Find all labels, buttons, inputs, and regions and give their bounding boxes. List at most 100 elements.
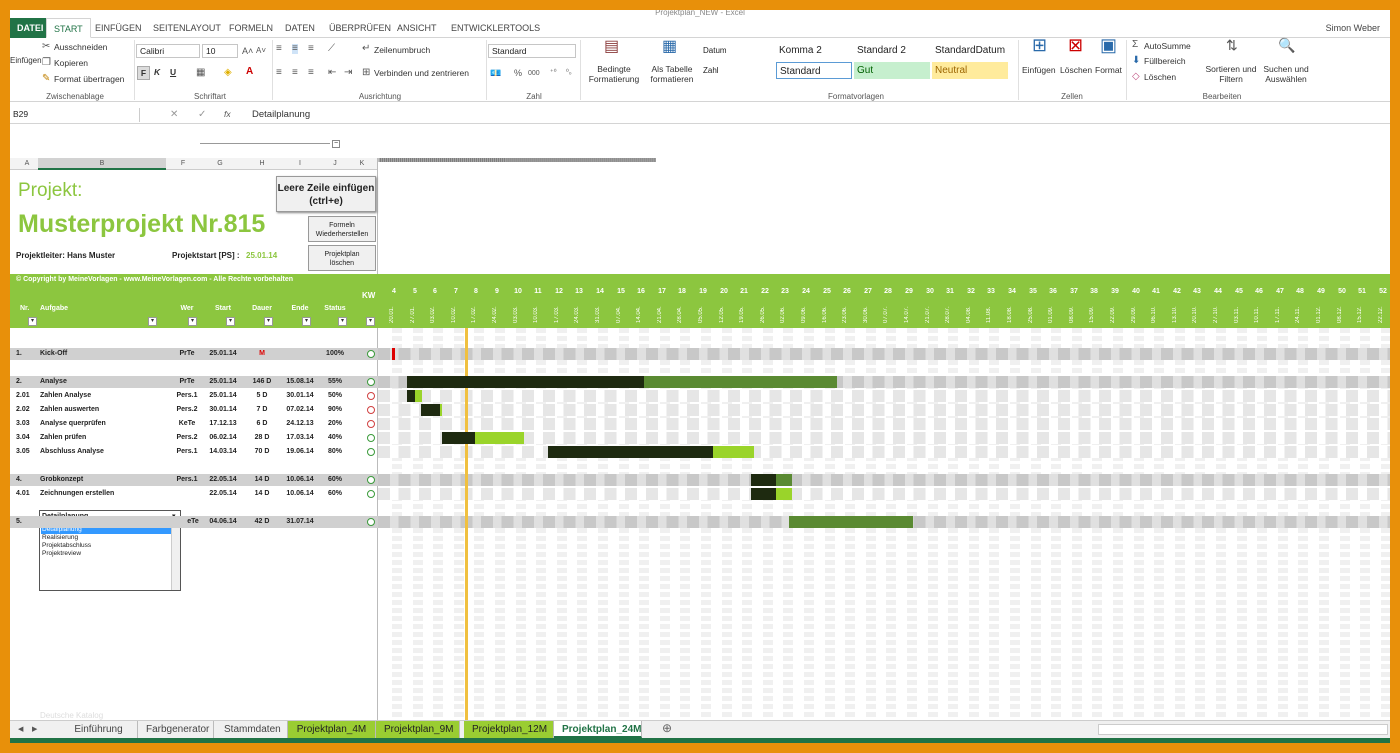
decrease-decimal-icon[interactable]: ⁰₀ — [566, 68, 572, 78]
format-painter-button[interactable]: Format übertragen — [54, 74, 124, 84]
sheet-tab-einführung[interactable]: Einführung — [60, 721, 138, 738]
cancel-icon[interactable]: ✕ — [170, 110, 178, 120]
align-middle-icon[interactable]: ≡ — [292, 44, 298, 54]
task-nr[interactable]: 2. — [16, 377, 36, 387]
align-top-icon[interactable]: ≡ — [276, 44, 282, 54]
task-who[interactable]: Pers.1 — [174, 391, 200, 401]
dropdown-option[interactable]: Projektreview — [41, 550, 171, 558]
indent-icon[interactable]: ⇤ — [328, 68, 336, 78]
dropdown-option[interactable]: Projektabschluss — [41, 542, 171, 550]
task-who[interactable]: Pers.1 — [174, 475, 200, 485]
task-name[interactable]: Kick-Off — [40, 349, 170, 359]
column-header-h[interactable]: H — [244, 158, 280, 170]
task-who[interactable]: PrTe — [174, 377, 200, 387]
align-left-icon[interactable]: ≡ — [276, 68, 282, 78]
delete-cells-button[interactable]: Löschen — [1060, 65, 1092, 75]
task-name[interactable]: Analyse querprüfen — [40, 419, 170, 429]
outdent-icon[interactable]: ⇥ — [344, 68, 352, 78]
sheet-tab-stammdaten[interactable]: Stammdaten — [216, 721, 288, 738]
underline-button[interactable]: U — [170, 67, 176, 77]
currency-icon[interactable]: 💶 — [490, 68, 501, 78]
validation-dropdown[interactable]: Detailplanung Realisierung Projektabschlus… — [39, 524, 181, 591]
font-size-select[interactable]: 10 — [202, 44, 238, 58]
insert-cells-button[interactable]: Einfügen — [1022, 65, 1056, 75]
column-header-g[interactable]: G — [200, 158, 240, 170]
task-who[interactable]: PrTe — [174, 349, 200, 359]
outline-collapse-icon[interactable]: − — [332, 140, 340, 148]
style-standard[interactable]: Standard — [776, 62, 852, 79]
column-header-a[interactable]: A — [20, 158, 34, 170]
task-end[interactable]: 07.02.14 — [286, 405, 314, 415]
task-who[interactable]: eTe — [184, 517, 202, 527]
sheet-tab-projektplan_24m[interactable]: Projektplan_24M — [554, 721, 642, 738]
filter-dropdown-3[interactable]: ▾ — [226, 317, 235, 326]
sheet-tab-projektplan_9m[interactable]: Projektplan_9M — [376, 721, 460, 738]
add-sheet-icon[interactable]: ⊕ — [662, 722, 672, 734]
task-start[interactable]: 25.01.14 — [208, 377, 238, 387]
task-name[interactable]: Zahlen prüfen — [40, 433, 170, 443]
filter-dropdown-6[interactable]: ▾ — [338, 317, 347, 326]
grow-font-icon[interactable]: A˄ — [242, 46, 253, 56]
filter-dropdown-2[interactable]: ▾ — [188, 317, 197, 326]
paste-button[interactable]: Einfügen — [10, 56, 42, 65]
menu-tab-überprüfen[interactable]: ÜBERPRÜFEN — [322, 18, 398, 38]
prev-sheet-icon[interactable]: ◀ — [18, 725, 23, 735]
formula-input[interactable]: Detailplanung — [252, 109, 310, 120]
align-right-icon[interactable]: ≡ — [308, 68, 314, 78]
delete-plan-button[interactable]: Projektplan löschen — [308, 245, 376, 271]
task-dur[interactable]: 7 D — [248, 405, 276, 415]
sheet-tab-projektplan_12m[interactable]: Projektplan_12M — [464, 721, 554, 738]
conditional-format-button[interactable]: Bedingte Formatierung — [584, 64, 644, 84]
style-standard2[interactable]: Standard 2 — [854, 42, 930, 59]
task-start[interactable]: 22.05.14 — [208, 475, 238, 485]
menu-tab-entwicklertools[interactable]: ENTWICKLERTOOLS — [444, 18, 547, 38]
bold-button[interactable]: F — [137, 66, 150, 80]
column-header-i[interactable]: I — [282, 158, 318, 170]
task-dur[interactable]: 14 D — [248, 475, 276, 485]
task-name[interactable]: Zahlen auswerten — [40, 405, 170, 415]
sheet-tab-projektplan_4m[interactable]: Projektplan_4M — [288, 721, 376, 738]
task-end[interactable]: 24.12.13 — [286, 419, 314, 429]
task-nr[interactable]: 1. — [16, 349, 36, 359]
task-end[interactable]: 10.06.14 — [286, 489, 314, 499]
task-dur[interactable]: 14 D — [248, 489, 276, 499]
task-name[interactable]: Zahlen Analyse — [40, 391, 170, 401]
task-end[interactable]: 31.07.14 — [286, 517, 314, 527]
task-dur[interactable]: 146 D — [248, 377, 276, 387]
column-header-j[interactable]: J — [320, 158, 350, 170]
task-dur[interactable]: M — [248, 349, 276, 359]
style-komma2[interactable]: Komma 2 — [776, 42, 852, 59]
task-nr[interactable]: 2.02 — [16, 405, 36, 415]
task-end[interactable]: 10.06.14 — [286, 475, 314, 485]
task-start[interactable]: 22.05.14 — [208, 489, 238, 499]
find-select-button[interactable]: Suchen und Auswählen — [1260, 64, 1312, 84]
column-header-b[interactable]: B — [38, 158, 166, 170]
align-center-icon[interactable]: ≡ — [292, 68, 298, 78]
task-status[interactable]: 80% — [320, 447, 350, 457]
filter-dropdown-4[interactable]: ▾ — [264, 317, 273, 326]
sheet-tab-farbgenerator[interactable]: Farbgenerator — [138, 721, 214, 738]
filter-dropdown-kw[interactable]: ▾ — [366, 317, 375, 326]
italic-button[interactable]: K — [154, 67, 160, 77]
border-icon[interactable]: ▦ — [196, 68, 205, 78]
task-end[interactable]: 30.01.14 — [286, 391, 314, 401]
task-end[interactable]: 17.03.14 — [286, 433, 314, 443]
task-start[interactable]: 04.06.14 — [208, 517, 238, 527]
worksheet-grid[interactable]: − ABFGHIJK IIIIIIIIIIIIIIIIIIIIIIIIIIIII… — [10, 128, 1390, 720]
task-who[interactable]: Pers.2 — [174, 405, 200, 415]
task-dur[interactable]: 6 D — [248, 419, 276, 429]
format-as-table-button[interactable]: Als Tabelle formatieren — [644, 64, 700, 84]
task-nr[interactable]: 5. — [16, 517, 22, 527]
filter-dropdown-5[interactable]: ▾ — [302, 317, 311, 326]
fill-color-icon[interactable]: ◈ — [224, 68, 232, 78]
dropdown-scrollbar[interactable] — [171, 525, 180, 590]
task-status[interactable]: 90% — [320, 405, 350, 415]
copy-button[interactable]: Kopieren — [54, 58, 88, 68]
task-dur[interactable]: 5 D — [248, 391, 276, 401]
task-who[interactable]: KeTe — [174, 419, 200, 429]
percent-icon[interactable]: % — [514, 68, 522, 78]
task-start[interactable]: 25.01.14 — [208, 391, 238, 401]
font-color-icon[interactable]: A — [246, 67, 253, 77]
task-name[interactable]: Grobkonzept — [40, 475, 170, 485]
enter-icon[interactable]: ✓ — [198, 110, 206, 120]
